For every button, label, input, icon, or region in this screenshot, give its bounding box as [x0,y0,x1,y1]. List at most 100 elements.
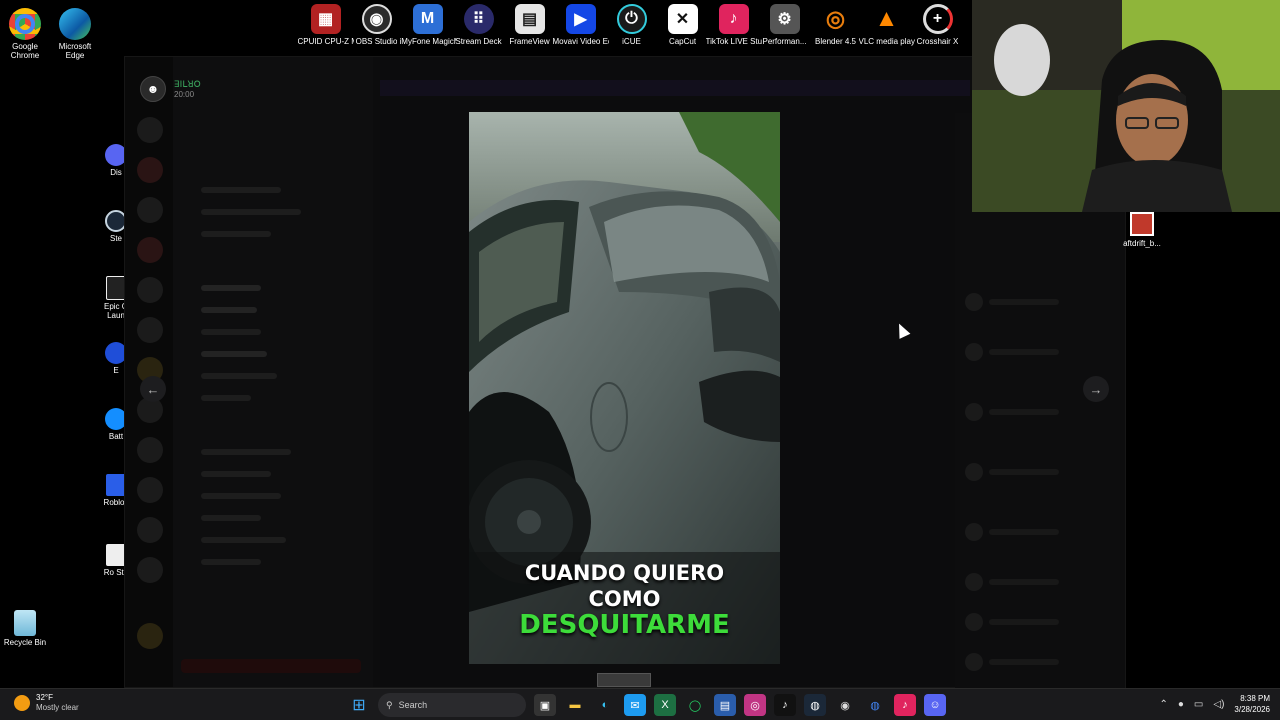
caption-line-2: COMO [588,587,661,611]
channel-placeholder [201,493,281,499]
excel-taskbar-icon[interactable]: X [654,694,676,716]
server-icon [137,157,163,183]
channel-placeholder [201,471,271,477]
author-username: ꓱꓲꓡꓤꓳ [174,79,201,89]
desktop-icon-icue[interactable]: ⏻ iCUE [606,4,657,52]
channel-placeholder [201,329,261,335]
microphone-icon[interactable]: ● [1178,699,1184,710]
roblox-studio-icon [106,544,126,566]
clock[interactable]: 8:38 PM 3/28/2026 [1234,693,1270,715]
desktop-icon-crosshair[interactable]: + Crosshair X [912,4,963,52]
member-avatar [965,523,983,541]
file-icon [1130,212,1154,236]
desktop-icon-movavi[interactable]: ▶Movavi Video Editor 25 [553,4,609,52]
start-button[interactable]: ⊞ [348,694,370,716]
previous-media-button[interactable]: ← [140,376,166,402]
member-name-placeholder [989,529,1059,535]
crosshair-icon: + [922,4,953,34]
channel-placeholder [201,559,261,565]
desktop-icon-frameview[interactable]: ▤ FrameView [504,4,555,52]
channel-list [173,57,373,687]
task-view-button[interactable]: ▣ [534,694,556,716]
arrow-left-icon: ← [146,381,160,397]
video-player[interactable]: CUANDO QUIERO COMO DESQUITARME [469,112,780,664]
member-avatar [965,293,983,311]
desktop-icon-obs[interactable]: ◉ OBS Studio [351,4,402,52]
volume-icon[interactable]: ◁) [1213,699,1224,710]
member-avatar [965,653,983,671]
desktop-icon-blender[interactable]: ◎ Blender 4.5 [810,4,861,52]
member-avatar [965,463,983,481]
server-icon [137,197,163,223]
channel-placeholder [201,449,291,455]
obs-taskbar-icon[interactable]: ◉ [834,694,856,716]
desktop-icon-edge[interactable]: Microsoft Edge [50,8,100,68]
frameview-icon: ▤ [514,4,545,34]
member-name-placeholder [989,299,1059,305]
notice-bar [380,80,970,96]
chevron-up-icon[interactable]: ⌃ [1159,699,1167,710]
blender-icon: ◎ [825,6,846,31]
instagram-taskbar-icon[interactable]: ◎ [744,694,766,716]
tiktok-taskbar-icon[interactable]: ♪ [774,694,796,716]
weather-widget[interactable]: 32°F Mostly clear [14,693,79,713]
weather-desc: Mostly clear [36,703,79,712]
steam-taskbar-icon[interactable]: ◍ [804,694,826,716]
twitter-taskbar-icon[interactable]: ✉ [624,694,646,716]
desktop-icon-vlc[interactable]: ▲VLC media player [859,4,915,52]
edge-taskbar-icon[interactable]: ◐ [594,694,616,716]
server-icon [137,317,163,343]
channel-placeholder [201,373,277,379]
server-icon [137,437,163,463]
member-name-placeholder [989,659,1059,665]
capcut-icon: ✕ [667,4,698,34]
channel-placeholder [201,515,261,521]
obs-icon: ◉ [361,4,392,34]
desktop-icon-performance[interactable]: ⚙ Performan... [759,4,810,52]
desktop-icon-capcut[interactable]: ✕ CapCut [657,4,708,52]
desktop-icon-tiktok-live[interactable]: ♪TikTok LIVE Studio [706,4,762,52]
media-thumbnail[interactable] [597,673,651,687]
server-icon [137,623,163,649]
server-icon [137,237,163,263]
search-placeholder: Search [398,700,428,710]
channel-placeholder [201,285,261,291]
system-tray: ⌃ ● ▭ ◁) 8:38 PM 3/28/2026 [1159,693,1270,715]
vlc-icon: ▲ [874,5,899,32]
chrome-taskbar-icon[interactable]: ◍ [864,694,886,716]
desktop-icon-streamdeck[interactable]: ⠿ Stream Deck [453,4,504,52]
channel-placeholder [201,307,257,313]
file-explorer-icon[interactable]: ▬ [564,694,586,716]
caption-line-1: CUANDO QUIERO [524,561,725,585]
member-name-placeholder [989,469,1059,475]
member-avatar [965,343,983,361]
desktop-icon-cpuz[interactable]: ▦CPUID CPU-Z MSI [298,4,354,52]
network-icon[interactable]: ▭ [1194,699,1203,710]
server-icon [137,277,163,303]
desktop-icon-recycle-bin[interactable]: Recycle Bin [0,610,50,670]
icue-icon: ⏻ [616,4,647,34]
desktop-icon-chrome[interactable]: Google Chrome [0,8,50,68]
desktop-icon-magicmic[interactable]: MiMyFone MagicMic [400,4,456,52]
server-icon [137,477,163,503]
channel-placeholder [201,537,286,543]
channel-placeholder [201,187,281,193]
desktop-top-icons: ▦CPUID CPU-Z MSI ◉OBS Studio MiMyFone Ma… [298,4,963,52]
tiktok-live-taskbar-icon[interactable]: ♪ [894,694,916,716]
member-avatar [965,403,983,421]
webcam-feed [972,0,1280,212]
whatsapp-taskbar-icon[interactable]: ◯ [684,694,706,716]
next-media-button[interactable]: → [1083,376,1109,402]
desktop-file[interactable]: aftdrift_b... [1122,212,1162,248]
media-viewer-author[interactable]: ☻ ꓱꓲꓡꓤꓳ 20:00 [140,76,201,102]
discord-taskbar-icon[interactable]: ☺ [924,694,946,716]
search-bar[interactable]: ⚲ Search [378,693,526,717]
channel-placeholder [201,231,271,237]
channel-placeholder [201,395,251,401]
member-avatar [965,573,983,591]
store-taskbar-icon[interactable]: ▤ [714,694,736,716]
caption-line-3: DESQUITARME [519,610,730,640]
channel-placeholder [201,351,267,357]
server-icon [137,557,163,583]
post-time: 20:00 [174,90,195,99]
